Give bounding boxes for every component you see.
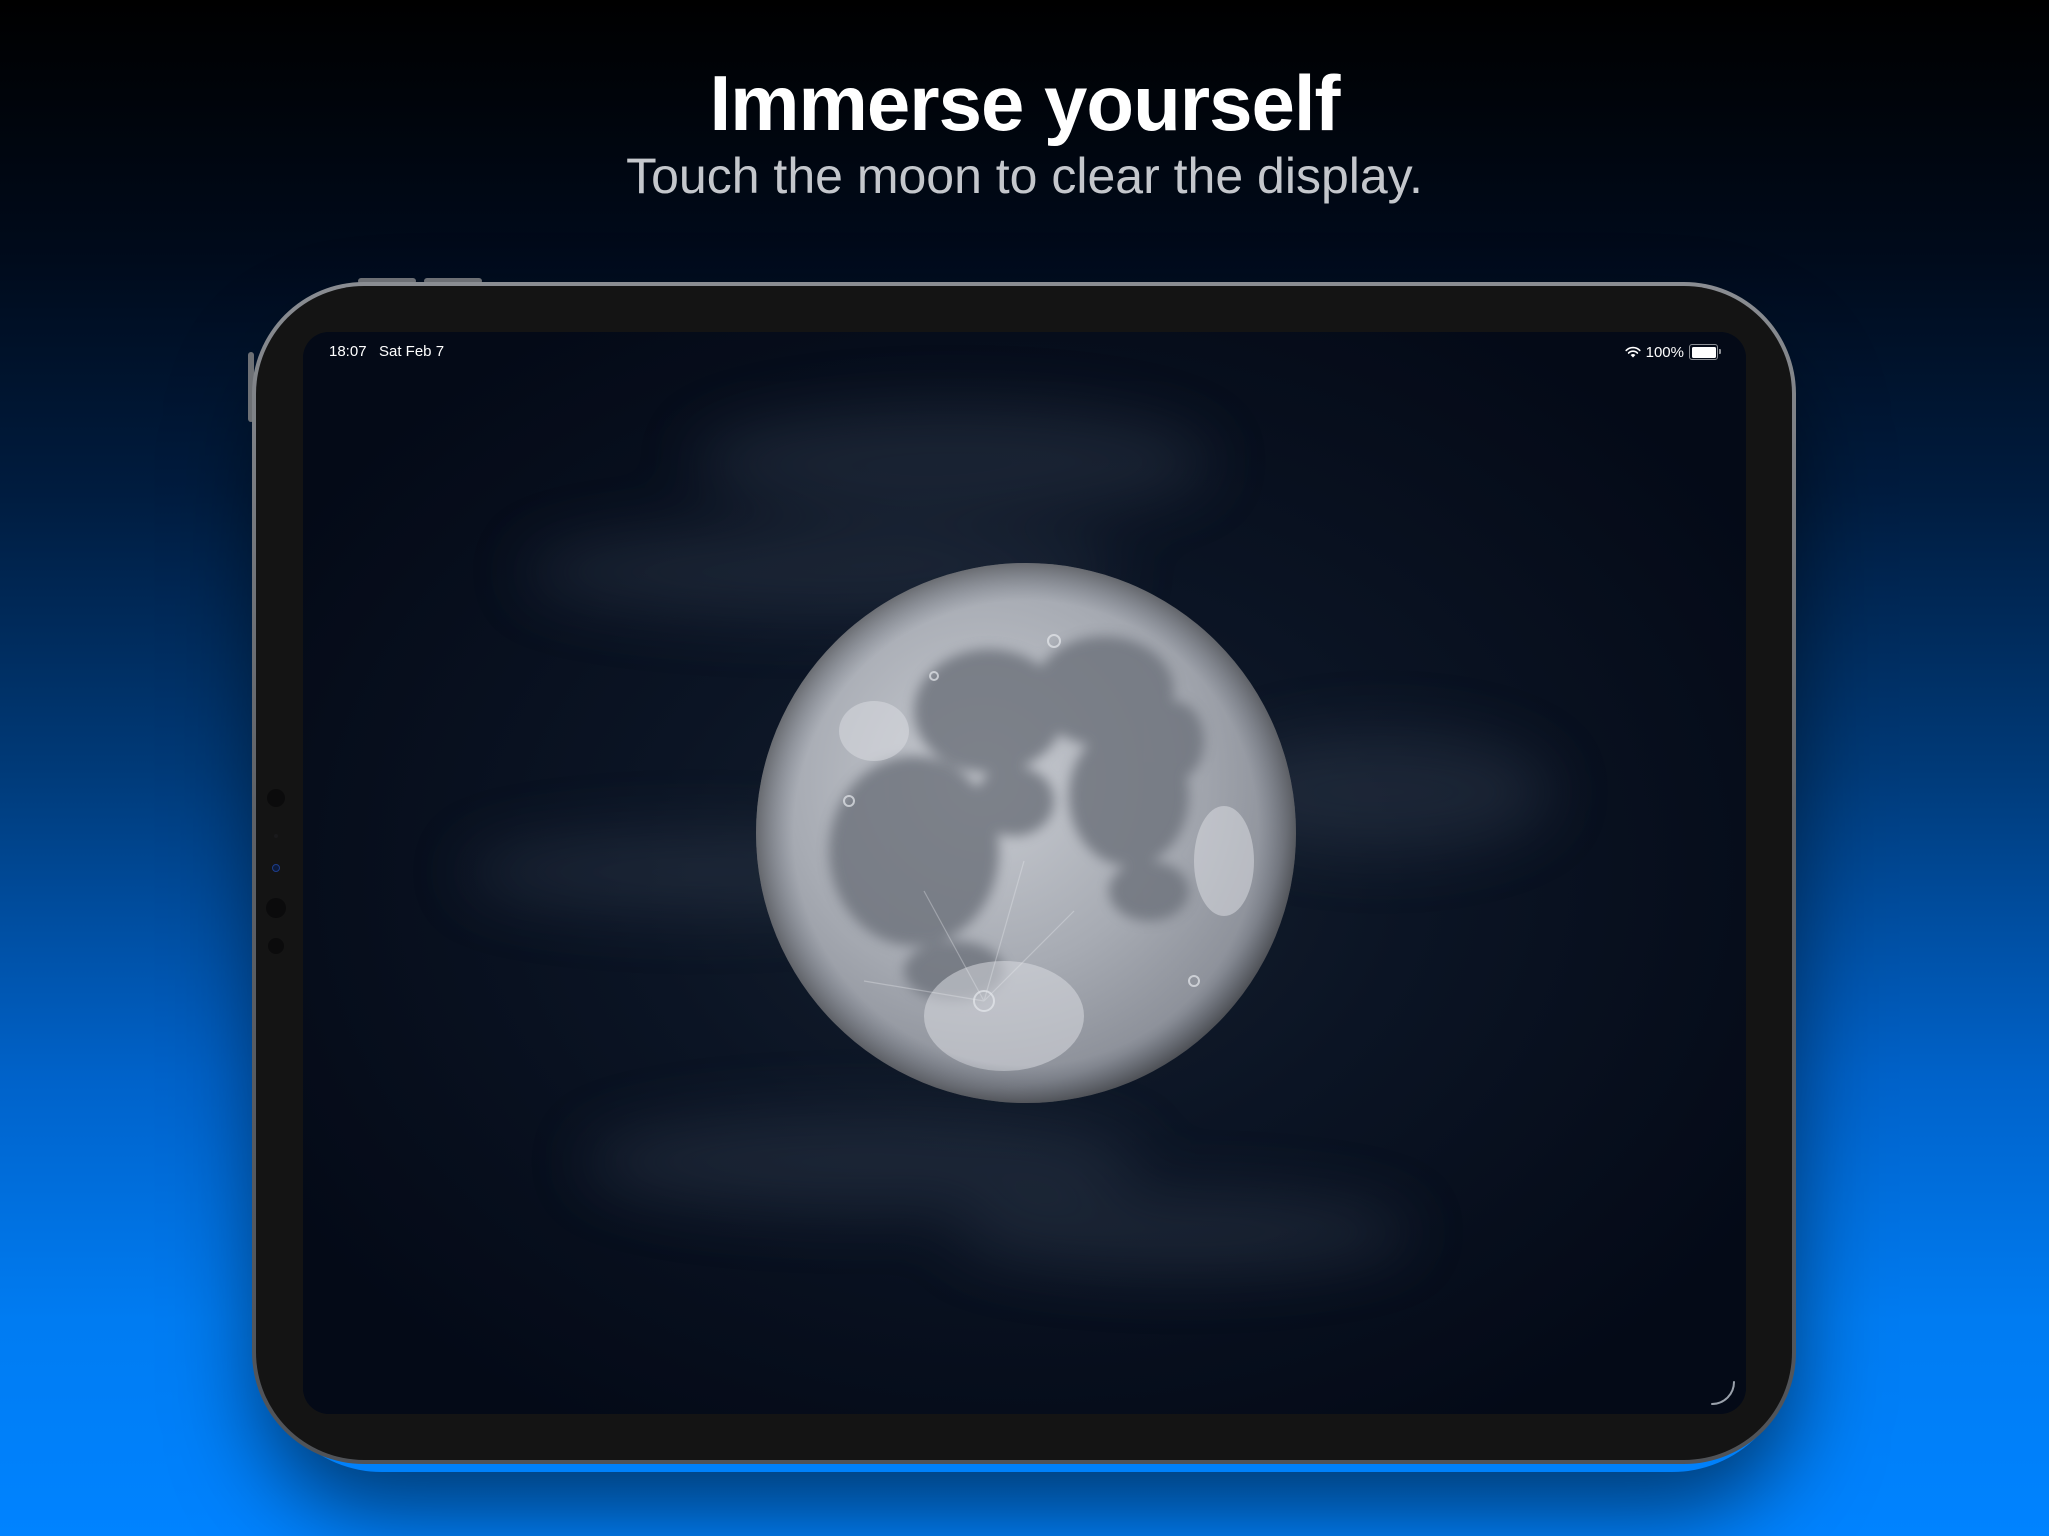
- promo-headline: Immerse yourself: [709, 59, 1341, 147]
- sensor-dot: [267, 789, 285, 807]
- cloud-wisp: [693, 407, 1213, 517]
- camera-sensors: [266, 789, 286, 954]
- promo-subline: Touch the moon to clear the display.: [626, 148, 1423, 204]
- battery-fill: [1691, 346, 1716, 358]
- moon[interactable]: [754, 561, 1298, 1105]
- status-time: 18:07: [329, 343, 367, 360]
- battery-icon: [1689, 344, 1721, 360]
- status-date: Sat Feb 7: [379, 343, 445, 360]
- sensor-dot-small: [274, 834, 278, 838]
- cloud-wisp: [583, 1112, 1143, 1212]
- device-screen: 18:07 Sat Feb 7 100%: [303, 332, 1746, 1414]
- moon-limb-shade: [756, 563, 1296, 1103]
- wifi-icon: [1625, 346, 1641, 358]
- sensor-dot: [268, 938, 284, 954]
- battery-percentage: 100%: [1645, 343, 1684, 361]
- camera-lens-icon: [272, 864, 280, 872]
- status-right-group: 100%: [1625, 342, 1721, 362]
- sensor-dot: [266, 898, 286, 918]
- cloud-wisp: [953, 1192, 1413, 1272]
- corner-arc-icon: [1711, 1381, 1735, 1405]
